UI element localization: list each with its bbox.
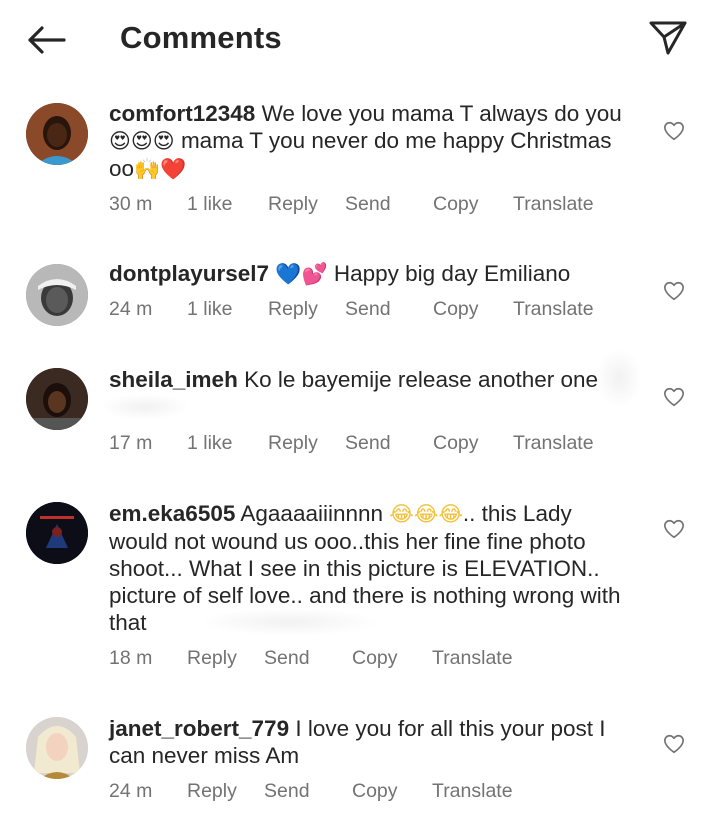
- reply-button[interactable]: Reply: [187, 647, 237, 670]
- comment-text-part: We love you mama T always do you: [261, 101, 622, 126]
- translate-button[interactable]: Translate: [432, 647, 513, 670]
- blurred-region: [200, 608, 380, 636]
- comment-item: janet_robert_779 I love you for all this…: [0, 713, 720, 813]
- comment-text-part: Happy big day Emiliano: [327, 261, 571, 286]
- back-button[interactable]: [22, 18, 70, 62]
- comment-text: dontplayursel7 💙💕 Happy big day Emiliano: [109, 260, 629, 288]
- reply-button[interactable]: Reply: [268, 432, 318, 455]
- share-button[interactable]: [644, 16, 692, 60]
- send-button[interactable]: Send: [345, 432, 391, 455]
- copy-button[interactable]: Copy: [352, 780, 398, 803]
- copy-button[interactable]: Copy: [433, 432, 479, 455]
- send-button[interactable]: Send: [264, 647, 310, 670]
- arrow-left-icon: [28, 26, 66, 54]
- likes-count[interactable]: 1 like: [187, 193, 233, 216]
- copy-button[interactable]: Copy: [352, 647, 398, 670]
- raised-hands-emoji: 🙌: [134, 157, 161, 181]
- comment-username[interactable]: dontplayursel7: [109, 261, 269, 286]
- copy-button[interactable]: Copy: [433, 298, 479, 321]
- comment-username[interactable]: sheila_imeh: [109, 367, 238, 392]
- paper-plane-icon: [649, 21, 687, 55]
- like-heart-icon[interactable]: [663, 120, 685, 142]
- hearts-emoji: 💙💕: [275, 262, 328, 286]
- red-heart-emoji: ❤️: [160, 157, 187, 181]
- avatar[interactable]: [26, 502, 88, 564]
- comment-item: em.eka6505 Agaaaaiiinnnn 😂😂😂.. this Lady…: [0, 498, 720, 678]
- send-button[interactable]: Send: [345, 298, 391, 321]
- comment-username[interactable]: comfort12348: [109, 101, 255, 126]
- translate-button[interactable]: Translate: [513, 432, 594, 455]
- comment-time: 18 m: [109, 647, 153, 669]
- heart-eyes-emoji: 😍😍😍: [109, 129, 175, 153]
- avatar[interactable]: [26, 103, 88, 165]
- like-heart-icon[interactable]: [663, 386, 685, 408]
- comment-time: 30 m: [109, 193, 153, 215]
- translate-button[interactable]: Translate: [432, 780, 513, 803]
- comment-time: 24 m: [109, 298, 153, 320]
- avatar-image: [26, 368, 88, 430]
- comment-item: comfort12348 We love you mama T always d…: [0, 96, 720, 226]
- translate-button[interactable]: Translate: [513, 193, 594, 216]
- comment-username[interactable]: em.eka6505: [109, 501, 235, 526]
- send-button[interactable]: Send: [264, 780, 310, 803]
- like-heart-icon[interactable]: [663, 518, 685, 540]
- blurred-region: [100, 394, 190, 420]
- reply-button[interactable]: Reply: [268, 193, 318, 216]
- copy-button[interactable]: Copy: [433, 193, 479, 216]
- like-heart-icon[interactable]: [663, 733, 685, 755]
- comment-text: sheila_imeh Ko le bayemije release anoth…: [109, 366, 629, 393]
- comment-text-part: Ko le bayemije release another one: [244, 367, 599, 392]
- comment-text: comfort12348 We love you mama T always d…: [109, 100, 629, 183]
- avatar[interactable]: [26, 264, 88, 326]
- translate-button[interactable]: Translate: [513, 298, 594, 321]
- send-button[interactable]: Send: [345, 193, 391, 216]
- comment-time: 17 m: [109, 432, 153, 454]
- header: Comments: [0, 0, 720, 80]
- avatar-image: [26, 717, 88, 779]
- like-heart-icon[interactable]: [663, 280, 685, 302]
- avatar-image: [26, 103, 88, 165]
- comment-item: sheila_imeh Ko le bayemije release anoth…: [0, 348, 720, 464]
- comment-text-part: Agaaaaiiinnnn: [240, 501, 390, 526]
- comment-text: janet_robert_779 I love you for all this…: [109, 715, 629, 769]
- avatar-image: [26, 264, 88, 326]
- avatar[interactable]: [26, 717, 88, 779]
- comment-username[interactable]: janet_robert_779: [109, 716, 289, 741]
- avatar-image: [26, 502, 88, 564]
- laughing-emoji: 😂😂😂: [389, 502, 463, 526]
- blurred-region: [596, 348, 642, 408]
- likes-count[interactable]: 1 like: [187, 298, 233, 321]
- reply-button[interactable]: Reply: [187, 780, 237, 803]
- comment-item: dontplayursel7 💙💕 Happy big day Emiliano…: [0, 258, 720, 328]
- likes-count[interactable]: 1 like: [187, 432, 233, 455]
- avatar[interactable]: [26, 368, 88, 430]
- reply-button[interactable]: Reply: [268, 298, 318, 321]
- comment-time: 24 m: [109, 780, 153, 802]
- page-title: Comments: [120, 20, 282, 55]
